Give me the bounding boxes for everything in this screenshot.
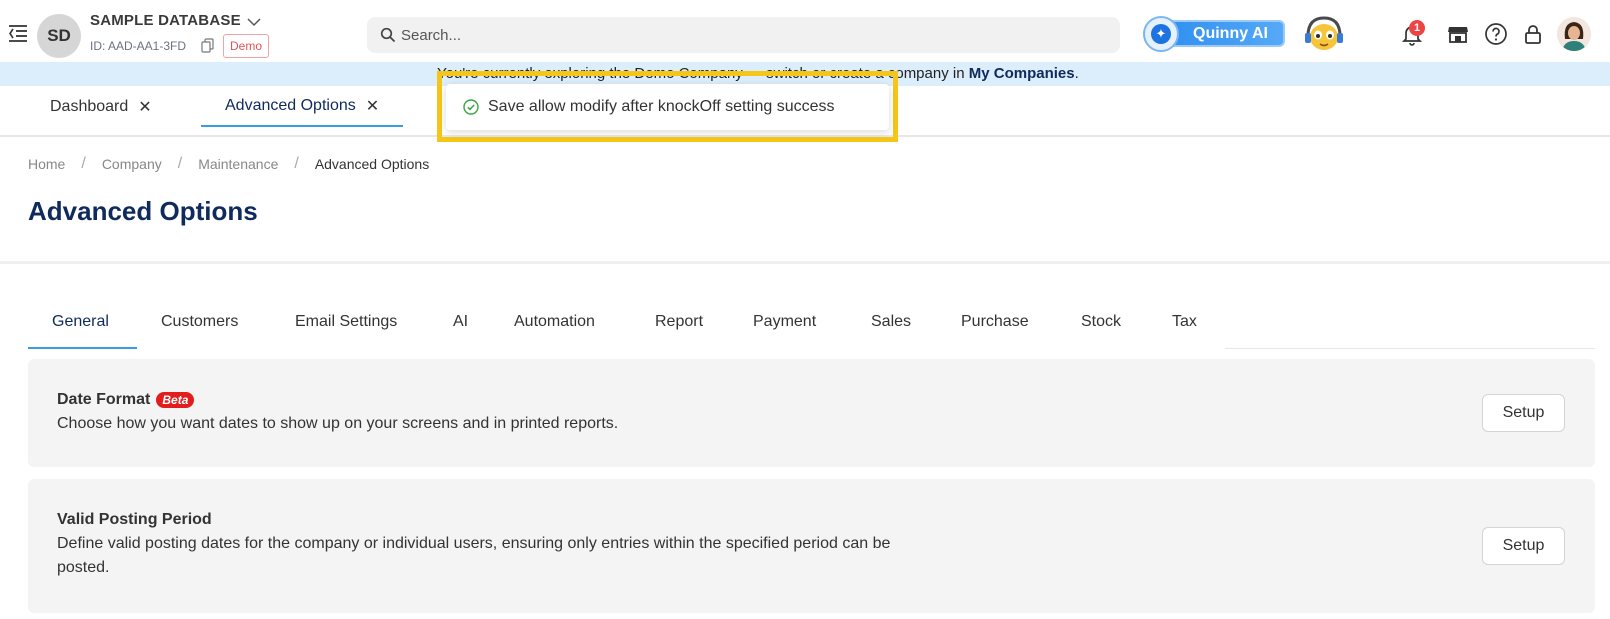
- menu-toggle-icon[interactable]: [8, 24, 28, 42]
- org-avatar[interactable]: SD: [37, 14, 81, 58]
- card-description-line: Define valid posting dates for the compa…: [57, 535, 891, 552]
- card-description-line: posted.: [57, 559, 110, 576]
- quinny-ai-button[interactable]: ✦ Quinny AI: [1143, 16, 1286, 52]
- top-bar: SD SAMPLE DATABASE ID: AAD-AA1-3FD Demo …: [0, 0, 1610, 62]
- copy-icon[interactable]: [201, 38, 214, 53]
- valid-posting-period-setup-button[interactable]: Setup: [1482, 527, 1565, 565]
- search-bar[interactable]: [367, 17, 1120, 53]
- tab-tax[interactable]: Tax: [1172, 300, 1197, 349]
- search-icon: [380, 27, 396, 43]
- beta-badge: Beta: [156, 392, 195, 408]
- search-input[interactable]: [401, 17, 1101, 53]
- org-id: ID: AAD-AA1-3FD: [90, 39, 187, 53]
- tab-report[interactable]: Report: [655, 300, 703, 349]
- org-name[interactable]: SAMPLE DATABASE: [90, 12, 241, 29]
- tab-ai[interactable]: AI: [453, 300, 468, 349]
- option-tabs: General Customers Email Settings AI Auto…: [28, 300, 1225, 349]
- breadcrumb-home[interactable]: Home: [28, 156, 65, 172]
- check-circle-icon: [463, 99, 479, 115]
- breadcrumb: Home / Company / Maintenance / Advanced …: [28, 155, 429, 173]
- demo-banner-suffix: .: [1074, 65, 1079, 82]
- setting-card-valid-posting-period: Valid Posting Period Define valid postin…: [28, 479, 1595, 613]
- card-title-text: Date Format: [57, 391, 151, 408]
- tab-email-settings[interactable]: Email Settings: [295, 300, 397, 349]
- success-toast: Save allow modify after knockOff setting…: [446, 84, 889, 130]
- date-format-setup-button[interactable]: Setup: [1482, 394, 1565, 432]
- page-tab-dashboard[interactable]: Dashboard ✕: [50, 86, 152, 127]
- page-tab-label: Dashboard: [50, 97, 129, 115]
- toast-message: Save allow modify after knockOff setting…: [488, 98, 835, 115]
- quinny-ai-icon: ✦: [1143, 16, 1179, 52]
- page-title: Advanced Options: [28, 196, 258, 226]
- breadcrumb-company[interactable]: Company: [102, 156, 162, 172]
- store-icon[interactable]: [1446, 22, 1470, 46]
- tab-purchase[interactable]: Purchase: [961, 300, 1029, 349]
- notification-count-badge: 1: [1409, 20, 1425, 36]
- tab-payment[interactable]: Payment: [753, 300, 816, 349]
- chevron-down-icon[interactable]: [247, 15, 261, 27]
- breadcrumb-current: Advanced Options: [314, 156, 430, 172]
- breadcrumb-separator: /: [177, 155, 183, 172]
- card-description: Define valid posting dates for the compa…: [57, 532, 890, 580]
- breadcrumb-separator: /: [294, 155, 299, 172]
- breadcrumb-separator: /: [81, 155, 86, 172]
- demo-badge: Demo: [223, 34, 270, 58]
- tab-customers[interactable]: Customers: [161, 300, 238, 349]
- tabs-underline: [1225, 348, 1595, 349]
- page-tab-advanced-options[interactable]: Advanced Options ✕: [201, 86, 404, 127]
- assistant-mascot-icon[interactable]: [1302, 14, 1346, 54]
- card-description: Choose how you want dates to show up on …: [57, 415, 619, 432]
- tab-automation[interactable]: Automation: [514, 300, 595, 349]
- page-tab-label: Advanced Options: [225, 96, 356, 114]
- user-avatar[interactable]: [1557, 17, 1591, 51]
- divider: [0, 261, 1610, 264]
- help-icon[interactable]: [1484, 22, 1508, 46]
- setting-card-date-format: Date Format Beta Choose how you want dat…: [28, 359, 1595, 467]
- tab-stock[interactable]: Stock: [1081, 300, 1121, 349]
- close-icon[interactable]: ✕: [138, 97, 151, 117]
- card-title: Valid Posting Period: [57, 511, 212, 529]
- card-title-text: Valid Posting Period: [57, 511, 212, 528]
- my-companies-link[interactable]: My Companies: [969, 65, 1075, 82]
- tab-sales[interactable]: Sales: [871, 300, 911, 349]
- breadcrumb-maintenance[interactable]: Maintenance: [198, 156, 278, 172]
- card-title: Date Format Beta: [57, 391, 195, 409]
- quinny-ai-label: Quinny AI: [1193, 25, 1268, 42]
- lock-icon[interactable]: [1521, 22, 1545, 46]
- close-icon[interactable]: ✕: [366, 96, 379, 116]
- tab-general[interactable]: General: [28, 300, 137, 349]
